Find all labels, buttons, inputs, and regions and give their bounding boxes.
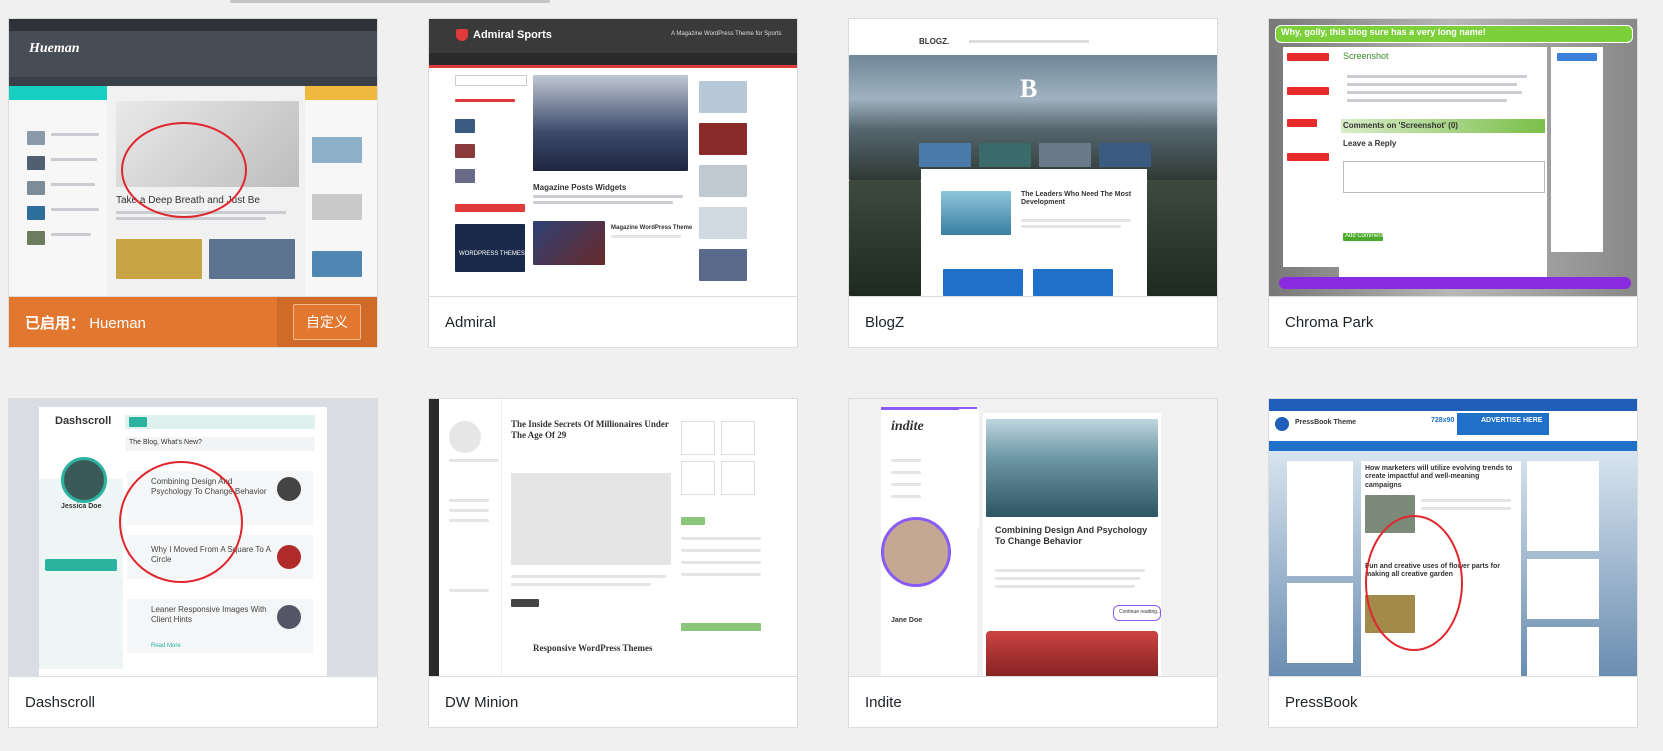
preview-author: Jessica Doe — [61, 503, 102, 510]
preview-banner: Why, golly, this blog sure has a very lo… — [1281, 27, 1486, 37]
theme-card-chroma-park[interactable]: Why, golly, this blog sure has a very lo… — [1268, 18, 1638, 348]
preview-post-title: The Leaders Who Need The Most Developmen… — [1021, 191, 1132, 207]
customize-area: 自定义 — [277, 297, 377, 347]
preview-tagline: A Magazine WordPress Theme for Sports — [671, 31, 782, 37]
highlight-circle — [1365, 515, 1463, 651]
preview-hero-letter: B — [1020, 74, 1038, 103]
theme-screenshot[interactable]: PressBook Theme ADVERTISE HERE 728x90 Ho… — [1269, 399, 1637, 677]
theme-card-indite[interactable]: indite Jane Doe Combining Design And Psy… — [848, 398, 1218, 728]
preview-post-title-2: Magazine WordPress Theme — [611, 225, 693, 231]
theme-grid: Hueman Take a Deep Breath and Just Be 已启… — [8, 18, 1638, 728]
theme-screenshot[interactable]: BLOGZ. B The Leaders Who Need The Most D… — [849, 19, 1217, 297]
preview-ad-label: ADVERTISE HERE — [1481, 417, 1543, 424]
theme-screenshot[interactable]: Why, golly, this blog sure has a very lo… — [1269, 19, 1637, 297]
preview-post-title: Combining Design And Psychology To Chang… — [995, 525, 1148, 546]
theme-caption: Dashscroll — [9, 677, 377, 727]
theme-card-dashscroll[interactable]: Dashscroll Jessica Doe The Blog, What's … — [8, 398, 378, 728]
theme-caption: 已启用： Hueman 自定义 — [9, 297, 377, 347]
trophy-icon — [456, 29, 468, 41]
preview-post-1: How marketers will utilize evolving tren… — [1365, 465, 1513, 489]
theme-screenshot[interactable]: Admiral Sports A Magazine WordPress Them… — [429, 19, 797, 297]
theme-name: Indite — [865, 693, 902, 711]
theme-card-pressbook[interactable]: PressBook Theme ADVERTISE HERE 728x90 Ho… — [1268, 398, 1638, 728]
theme-caption: PressBook — [1269, 677, 1637, 727]
preview-author: Jane Doe — [891, 617, 923, 624]
preview-reply-heading: Leave a Reply — [1343, 139, 1397, 148]
preview-logo: BLOGZ. — [919, 37, 950, 46]
preview-ad-size: 728x90 — [1431, 417, 1455, 424]
theme-card-blogz[interactable]: BLOGZ. B The Leaders Who Need The Most D… — [848, 18, 1218, 348]
preview-post-title: Magazine Posts Widgets — [533, 183, 627, 192]
theme-caption: Chroma Park — [1269, 297, 1637, 347]
horizontal-scrollbar[interactable] — [230, 0, 550, 3]
highlight-circle — [119, 461, 243, 583]
active-theme-name: Hueman — [89, 314, 146, 332]
theme-name: Chroma Park — [1285, 313, 1374, 331]
preview-read-more: Read More — [151, 643, 181, 649]
theme-name: DW Minion — [445, 693, 519, 711]
theme-name: 已启用： Hueman — [25, 312, 146, 333]
preview-site-title: Admiral Sports — [473, 29, 552, 41]
preview-post-title: The Inside Secrets Of Millionaires Under… — [511, 419, 669, 440]
preview-logo: Hueman — [29, 41, 80, 56]
preview-footer-title: Responsive WordPress Themes — [533, 643, 653, 653]
preview-site-title: PressBook Theme — [1295, 419, 1357, 426]
preview-section: The Blog, What's New? — [129, 439, 202, 446]
theme-card-dw-minion[interactable]: The Inside Secrets Of Millionaires Under… — [428, 398, 798, 728]
theme-name: BlogZ — [865, 313, 905, 331]
theme-screenshot[interactable]: Dashscroll Jessica Doe The Blog, What's … — [9, 399, 377, 677]
preview-post-heading: Screenshot — [1343, 51, 1389, 61]
theme-screenshot[interactable]: indite Jane Doe Combining Design And Psy… — [849, 399, 1217, 677]
preview-comments-heading: Comments on 'Screenshot' (0) — [1343, 121, 1458, 130]
theme-screenshot[interactable]: Hueman Take a Deep Breath and Just Be — [9, 19, 377, 297]
theme-caption: Admiral — [429, 297, 797, 347]
theme-caption: DW Minion — [429, 677, 797, 727]
customize-button[interactable]: 自定义 — [293, 304, 361, 340]
preview-submit: Add Comment — [1345, 233, 1384, 239]
theme-name: Dashscroll — [25, 693, 96, 711]
active-label: 已启用： — [25, 314, 86, 332]
preview-logo: indite — [891, 419, 924, 434]
preview-post-3: Leaner Responsive Images With Client Hin… — [151, 605, 267, 624]
theme-caption: BlogZ — [849, 297, 1217, 347]
theme-card-hueman[interactable]: Hueman Take a Deep Breath and Just Be 已启… — [8, 18, 378, 348]
highlight-circle — [121, 122, 247, 218]
theme-name: Admiral — [445, 313, 496, 331]
theme-name: PressBook — [1285, 693, 1358, 711]
preview-logo: Dashscroll — [55, 415, 112, 427]
preview-continue: Continue reading... — [1119, 609, 1162, 615]
theme-caption: Indite — [849, 677, 1217, 727]
preview-ad-text: WORDPRESS THEMES — [459, 251, 525, 257]
theme-card-admiral[interactable]: Admiral Sports A Magazine WordPress Them… — [428, 18, 798, 348]
theme-screenshot[interactable]: The Inside Secrets Of Millionaires Under… — [429, 399, 797, 677]
